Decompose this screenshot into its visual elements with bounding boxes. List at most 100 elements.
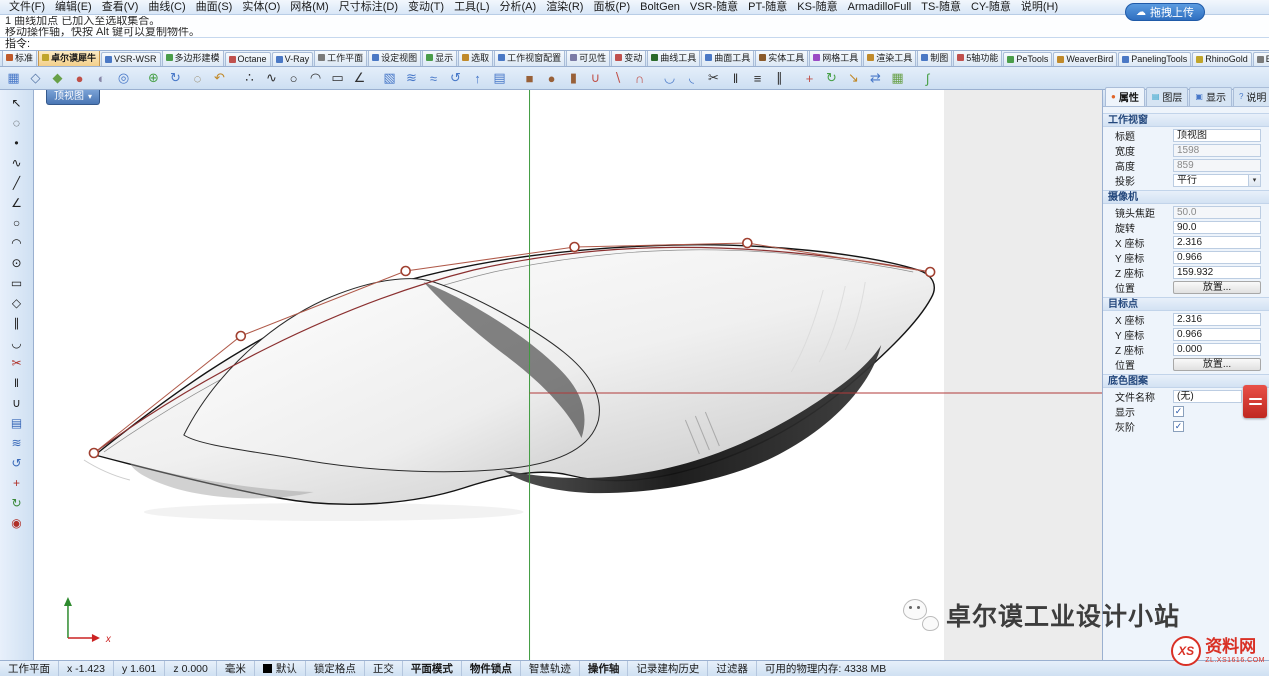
ellipse-tool-icon[interactable]: ⊙ (4, 253, 30, 273)
undo-view-icon[interactable]: ↶ (209, 68, 230, 88)
current-layer-chip[interactable]: 默认 (255, 661, 306, 676)
boolean-union-icon[interactable]: ∪ (585, 68, 606, 88)
curve-control-point[interactable] (401, 267, 410, 276)
zoom-extents-icon[interactable]: ◎ (113, 68, 134, 88)
workspace-tab[interactable]: 卓尔谟犀牛 (38, 51, 100, 66)
move-tool-icon[interactable]: + (799, 68, 820, 88)
panel-tab[interactable]: ● 属性 (1105, 87, 1145, 106)
panel-tab[interactable]: ▣ 显示 (1189, 87, 1232, 106)
menu-item[interactable]: 工具(L) (449, 0, 494, 14)
cylinder-tool-icon[interactable]: ▮ (563, 68, 584, 88)
surface-from-curves-icon[interactable]: ▧ (379, 68, 400, 88)
fillet-curve-icon[interactable]: ◡ (4, 333, 30, 353)
panel-tab[interactable]: ? 说明 (1233, 87, 1269, 106)
chamfer-edge-icon[interactable]: ◟ (681, 68, 702, 88)
curve-control-point[interactable] (926, 268, 935, 277)
polyline-tool-icon[interactable]: ∠ (349, 68, 370, 88)
menu-item[interactable]: 分析(A) (495, 0, 542, 14)
workspace-tab[interactable]: 变动 (611, 51, 646, 66)
workspace-tab[interactable]: 工作平面 (314, 51, 367, 66)
menu-item[interactable]: 面板(P) (588, 0, 635, 14)
join-tool-icon[interactable]: ∪ (4, 393, 30, 413)
scale-tool-icon[interactable]: ↘ (843, 68, 864, 88)
array-tool-icon[interactable]: ▦ (887, 68, 908, 88)
surface-plane-icon[interactable]: ▤ (4, 413, 30, 433)
curve-tool-icon[interactable]: ∿ (261, 68, 282, 88)
sweep-tool-icon[interactable]: ≈ (423, 68, 444, 88)
menu-item[interactable]: 实体(O) (237, 0, 285, 14)
menu-item[interactable]: KS-随意 (792, 0, 842, 14)
workspace-tab[interactable]: 设定视图 (368, 51, 421, 66)
menu-item[interactable]: TS-随意 (916, 0, 966, 14)
workspace-tab[interactable]: WeaverBird (1053, 52, 1117, 66)
extrude-tool-icon[interactable]: ↑ (467, 68, 488, 88)
point-tool-icon[interactable]: • (4, 133, 30, 153)
menu-item[interactable]: 说明(H) (1016, 0, 1063, 14)
polygon-tool-icon[interactable]: ◇ (4, 293, 30, 313)
join-tool-icon[interactable]: ≡ (747, 68, 768, 88)
panel-tab[interactable]: ▤ 图层 (1146, 87, 1189, 106)
camera-z-field[interactable]: 159.932 (1173, 266, 1261, 279)
move-tool-icon[interactable]: + (4, 473, 30, 493)
status-toggle[interactable]: 操作轴 (580, 661, 629, 676)
camera-y-field[interactable]: 0.966 (1173, 251, 1261, 264)
camera-rotation-field[interactable]: 90.0 (1173, 221, 1261, 234)
split-tool-icon[interactable]: ‖ (4, 373, 30, 393)
menu-item[interactable]: 尺寸标注(D) (334, 0, 403, 14)
workspace-tab[interactable]: 多边形建模 (162, 51, 224, 66)
camera-place-button[interactable]: 放置... (1173, 281, 1261, 294)
trim-tool-icon[interactable]: ✂ (4, 353, 30, 373)
revolve-tool-icon[interactable]: ↺ (445, 68, 466, 88)
pan-view-icon[interactable]: ⊕ (143, 68, 164, 88)
offset-tool-icon[interactable]: ∥ (769, 68, 790, 88)
display-shaded-icon[interactable]: ◆ (47, 68, 68, 88)
workspace-tab[interactable]: 5轴功能 (953, 51, 1002, 66)
projection-dropdown[interactable]: 平行 ▾ (1173, 174, 1261, 187)
select-arrow-icon[interactable]: ↖ (4, 93, 30, 113)
circle-tool-icon[interactable]: ○ (283, 68, 304, 88)
chevron-down-icon[interactable]: ▾ (1248, 175, 1260, 186)
status-toggle[interactable]: 平面模式 (403, 661, 462, 676)
patch-tool-icon[interactable]: ▤ (489, 68, 510, 88)
menu-item[interactable]: 查看(V) (97, 0, 144, 14)
viewport-title-tab[interactable]: 顶视图 ▾ (46, 90, 100, 105)
menu-item[interactable]: 变动(T) (403, 0, 449, 14)
display-wireframe-icon[interactable]: ◇ (25, 68, 46, 88)
loft-tool-icon[interactable]: ≋ (401, 68, 422, 88)
fillet-edge-icon[interactable]: ◡ (659, 68, 680, 88)
menu-item[interactable]: 编辑(E) (50, 0, 97, 14)
menu-item[interactable]: ArmadilloFull (843, 0, 917, 14)
rotate-tool-icon[interactable]: ↻ (821, 68, 842, 88)
menu-item[interactable]: VSR-随意 (685, 0, 743, 14)
command-prompt-line[interactable]: 指令: (0, 38, 1269, 51)
polyline-tool-icon[interactable]: ∠ (4, 193, 30, 213)
curvature-analysis-icon[interactable]: ∫ (917, 68, 938, 88)
rectangle-tool-icon[interactable]: ▭ (327, 68, 348, 88)
rotate-view-icon[interactable]: ↻ (165, 68, 186, 88)
workspace-tab[interactable]: 实体工具 (755, 51, 808, 66)
loft-tool-icon[interactable]: ≋ (4, 433, 30, 453)
status-toggle[interactable]: 过滤器 (708, 661, 757, 676)
trim-tool-icon[interactable]: ✂ (703, 68, 724, 88)
menu-item[interactable]: 渲染(R) (541, 0, 588, 14)
curve-control-point[interactable] (236, 332, 245, 341)
selection-filter-icon[interactable]: ◌ (4, 113, 30, 133)
mirror-tool-icon[interactable]: ⇄ (865, 68, 886, 88)
workspace-tab[interactable]: PanelingTools (1118, 52, 1191, 66)
target-place-button[interactable]: 放置... (1173, 358, 1261, 371)
wallpaper-show-checkbox[interactable]: ✓ (1173, 406, 1184, 417)
offset-curve-icon[interactable]: ∥ (4, 313, 30, 333)
sphere-tool-icon[interactable]: ● (541, 68, 562, 88)
workspace-tab[interactable]: 可见性 (566, 51, 610, 66)
curve-control-point[interactable] (570, 243, 579, 252)
workspace-tab[interactable]: V-Ray (272, 52, 314, 66)
workspace-tab[interactable]: PeTools (1003, 52, 1052, 66)
drag-upload-button[interactable]: ☁ 拖拽上传 (1125, 3, 1205, 21)
display-ghosted-icon[interactable]: ◐ (91, 68, 112, 88)
point-tool-icon[interactable]: ∴ (239, 68, 260, 88)
target-z-field[interactable]: 0.000 (1173, 343, 1261, 356)
circle-tool-icon[interactable]: ○ (4, 213, 30, 233)
menu-item[interactable]: 曲线(C) (143, 0, 190, 14)
rectangle-tool-icon[interactable]: ▭ (4, 273, 30, 293)
viewport-layout-icon[interactable]: ▦ (3, 68, 24, 88)
